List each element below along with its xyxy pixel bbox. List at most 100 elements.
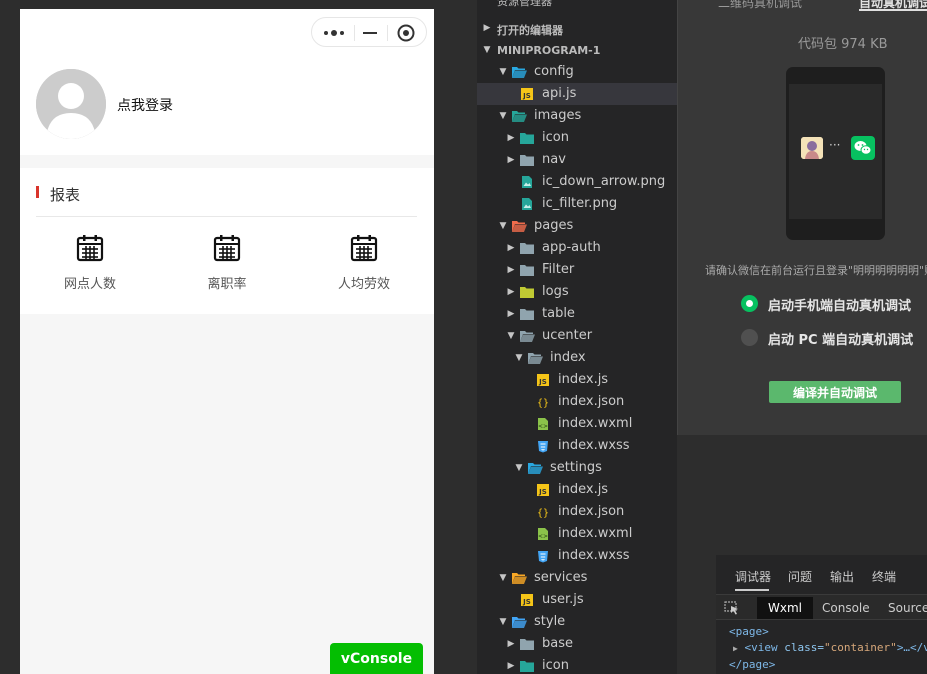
tree-item-label: index.wxss (558, 438, 630, 453)
radio-unselected[interactable] (741, 329, 758, 346)
chevron-down-icon[interactable]: ▼ (513, 457, 525, 479)
tree-item-label: config (534, 64, 574, 79)
tree-item[interactable]: {} index.json (477, 501, 677, 523)
avatar[interactable] (36, 69, 106, 139)
chevron-right-icon[interactable]: ▶ (505, 127, 517, 149)
tree-item[interactable]: ▼ pages (477, 215, 677, 237)
tree-item-label: logs (542, 284, 569, 299)
divider (36, 216, 417, 217)
tree-item-label: pages (534, 218, 574, 233)
folder-icon (520, 133, 534, 144)
chevron-down-icon[interactable]: ▼ (497, 567, 509, 589)
tree-item[interactable]: index.wxss (477, 545, 677, 567)
tree-item[interactable]: ▶ Filter (477, 259, 677, 281)
login-prompt[interactable]: 点我登录 (117, 95, 173, 115)
tree-item[interactable]: <> index.wxml (477, 523, 677, 545)
tree-item[interactable]: ▶ logs (477, 281, 677, 303)
chevron-down-icon[interactable]: ▼ (497, 611, 509, 633)
folder-icon (520, 309, 534, 320)
tree-item[interactable]: ▶ nav (477, 149, 677, 171)
report-item-staff-count[interactable]: 网点人数 (35, 234, 145, 300)
tree-item[interactable]: ic_filter.png (477, 193, 677, 215)
tree-item[interactable]: ▼ config (477, 61, 677, 83)
debugger-panel: 调试器 问题 输出 终端 Wxml Console Sources <page>… (716, 555, 927, 674)
more-icon[interactable] (322, 25, 346, 41)
chevron-right-icon[interactable]: ▶ (505, 259, 517, 281)
report-item-turnover-rate[interactable]: 离职率 (172, 234, 282, 300)
chevron-down-icon[interactable]: ▼ (497, 215, 509, 237)
tree-item[interactable]: ▼ services (477, 567, 677, 589)
chevron-right-icon[interactable]: ▶ (505, 149, 517, 171)
chevron-right-icon[interactable]: ▶ (505, 303, 517, 325)
tree-item[interactable]: ▼ images (477, 105, 677, 127)
chevron-down-icon: ▼ (483, 45, 491, 55)
tree-item[interactable]: ▼ style (477, 611, 677, 633)
tree-item-label: index.wxss (558, 548, 630, 563)
tab-output[interactable]: 输出 (830, 568, 854, 585)
chevron-down-icon[interactable]: ▼ (505, 325, 517, 347)
js-file-icon: JS (537, 374, 549, 386)
tab-debugger[interactable]: 调试器 (735, 568, 771, 585)
chevron-down-icon[interactable]: ▼ (513, 347, 525, 369)
tab-terminal[interactable]: 终端 (872, 568, 896, 585)
open-editors-section[interactable]: ▶ 打开的编辑器 (477, 17, 677, 39)
tree-item[interactable]: ▶ icon (477, 655, 677, 674)
code-attr-value: "container" (823, 641, 897, 654)
wxss-file-icon (538, 441, 548, 453)
tree-item[interactable]: JS index.js (477, 369, 677, 391)
tree-item[interactable]: ▶ icon (477, 127, 677, 149)
image-file-icon (522, 198, 532, 210)
tab-sources[interactable]: Sources (888, 601, 927, 615)
inspect-element-icon[interactable] (724, 601, 740, 615)
code-page-open[interactable]: <page> (729, 625, 769, 638)
project-section[interactable]: ▼ MINIPROGRAM-1 (477, 39, 677, 61)
folder-icon (520, 287, 534, 298)
chevron-right-icon[interactable]: ▶ (505, 237, 517, 259)
tree-item[interactable]: JS index.js (477, 479, 677, 501)
close-mini-program-icon[interactable] (396, 23, 416, 43)
tree-item[interactable]: <> index.wxml (477, 413, 677, 435)
tree-item[interactable]: ▶ base (477, 633, 677, 655)
tab-problems[interactable]: 问题 (788, 568, 812, 585)
tree-item[interactable]: ▶ table (477, 303, 677, 325)
tree-item[interactable]: index.wxss (477, 435, 677, 457)
folder-open-icon (512, 221, 527, 232)
tree-item[interactable]: ▼ ucenter (477, 325, 677, 347)
chevron-down-icon[interactable]: ▼ (497, 61, 509, 83)
folder-icon (520, 243, 534, 254)
compile-and-debug-button[interactable]: 编译并自动调试 (769, 381, 901, 403)
tab-console[interactable]: Console (822, 601, 870, 615)
tree-item[interactable]: JS api.js (477, 83, 677, 105)
chevron-right-icon[interactable]: ▶ (505, 655, 517, 674)
code-page-close[interactable]: </page> (729, 658, 775, 671)
tree-item-label: settings (550, 460, 602, 475)
wxml-file-icon: <> (538, 528, 548, 540)
tree-item[interactable]: ▼ settings (477, 457, 677, 479)
tree-item-label: user.js (542, 592, 584, 607)
tree-item[interactable]: ▼ index (477, 347, 677, 369)
svg-text:<>: <> (538, 533, 548, 540)
tree-item[interactable]: JS user.js (477, 589, 677, 611)
tree-item[interactable]: {} index.json (477, 391, 677, 413)
js-file-icon: JS (521, 88, 533, 100)
folder-open-icon (512, 67, 527, 78)
vconsole-button[interactable]: vConsole (330, 643, 423, 674)
code-view-tag: <view (744, 641, 778, 654)
tree-item[interactable]: ic_down_arrow.png (477, 171, 677, 193)
chevron-right-icon[interactable]: ▶ (505, 633, 517, 655)
remote-debug-panel: 二维码真机调试 自动真机调试 代码包 974 KB ··· 请确认微信在前台运行… (677, 0, 927, 435)
tab-qrcode-debug[interactable]: 二维码真机调试 (718, 0, 802, 11)
tree-item-label: icon (542, 130, 569, 145)
caret-right-icon: ▶ (733, 644, 738, 653)
chevron-right-icon[interactable]: ▶ (505, 281, 517, 303)
minimize-icon[interactable] (362, 25, 378, 41)
chevron-down-icon[interactable]: ▼ (497, 105, 509, 127)
option-label: 启动手机端自动真机调试 (768, 299, 912, 314)
code-view-node[interactable]: ▶ <view class="container">…</v (733, 641, 927, 654)
simulator-screen: 点我登录 报表 网点人数 离职率 人均劳效 vConsole (20, 9, 434, 674)
radio-selected[interactable] (741, 295, 758, 312)
report-item-labor-efficiency[interactable]: 人均劳效 (309, 234, 419, 300)
tab-wxml[interactable]: Wxml (757, 597, 813, 619)
tree-item[interactable]: ▶ app-auth (477, 237, 677, 259)
folder-icon (520, 265, 534, 276)
